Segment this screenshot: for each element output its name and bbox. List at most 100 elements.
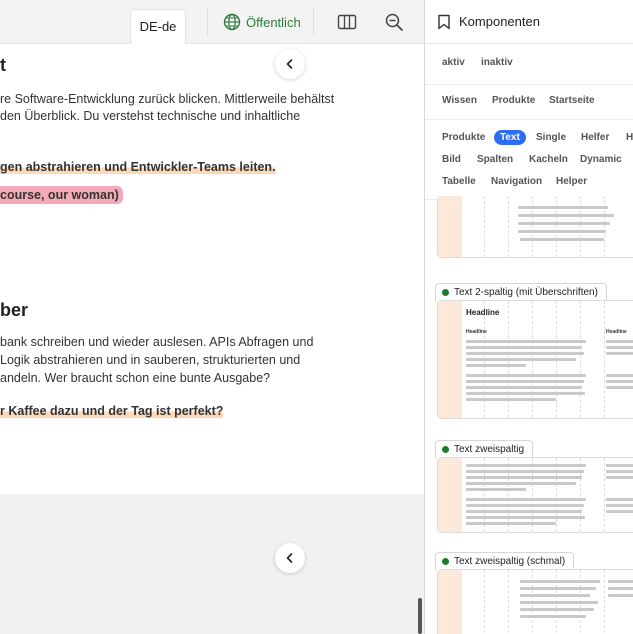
filter-chip[interactable]: H xyxy=(626,132,633,143)
component-name: Text zweispaltig (schmal) xyxy=(454,556,566,567)
component-label[interactable]: Text zweispaltig (schmal) xyxy=(435,552,575,570)
language-tab[interactable]: DE-de xyxy=(130,9,186,44)
text-placeholder xyxy=(466,358,576,361)
filter-chip[interactable]: Bild xyxy=(442,154,461,165)
filter-chip[interactable]: Wissen xyxy=(442,95,477,106)
paragraph-line: den Überblick. Du verstehst technische u… xyxy=(0,109,301,123)
filter-chip[interactable]: Navigation xyxy=(491,176,542,187)
chevron-left-icon xyxy=(286,59,293,69)
text-placeholder xyxy=(466,352,584,355)
highlighted-text: r Kaffee dazu und der Tag ist perfekt? xyxy=(0,401,224,422)
highlight-mark: gen abstrahieren und Entwickler-Teams le… xyxy=(0,160,276,174)
text-placeholder xyxy=(606,374,633,377)
type-filter-rows: Produkte Text Single Helfer H Bild Spalt… xyxy=(425,120,633,200)
text-placeholder xyxy=(466,470,584,473)
filter-chip[interactable]: Dynamic xyxy=(580,154,622,165)
collapse-button[interactable] xyxy=(275,49,305,79)
filter-chip[interactable]: aktiv xyxy=(442,57,465,68)
text-placeholder xyxy=(520,580,600,583)
text-placeholder xyxy=(466,364,526,367)
preview-stripe xyxy=(438,570,462,634)
text-placeholder xyxy=(518,230,606,233)
visibility-toggle[interactable]: Öffentlich xyxy=(223,12,301,32)
grid-guide xyxy=(484,570,485,634)
text-placeholder xyxy=(466,476,582,479)
text-placeholder xyxy=(466,504,584,507)
component-preview-card[interactable] xyxy=(437,196,633,258)
filter-chip[interactable]: Kacheln xyxy=(529,154,568,165)
grid-guide xyxy=(604,301,605,418)
grid-guide xyxy=(604,458,605,532)
filter-chip[interactable]: Startseite xyxy=(549,95,595,106)
section-title: t xyxy=(0,55,6,75)
status-dot xyxy=(442,446,449,453)
grid-guide xyxy=(508,196,509,257)
filter-chip[interactable]: Produkte xyxy=(492,95,535,106)
component-preview-card[interactable] xyxy=(437,569,633,634)
text-placeholder xyxy=(606,504,633,507)
filter-chip[interactable]: Helfer xyxy=(581,132,609,143)
text-placeholder xyxy=(466,346,582,349)
component-list: Text 2-spaltig (mit Überschriften) Headl… xyxy=(425,196,633,634)
filter-chip[interactable]: Helper xyxy=(556,176,587,187)
scrollbar-thumb[interactable] xyxy=(418,598,422,634)
text-placeholder xyxy=(466,374,586,377)
component-name: Text zweispaltig xyxy=(454,444,525,455)
filter-chip[interactable]: Single xyxy=(536,132,566,143)
pink-highlight-text: course, our woman) xyxy=(0,185,123,206)
text-placeholder xyxy=(466,482,576,485)
filter-chip[interactable]: Produkte xyxy=(442,132,485,143)
component-label[interactable]: Text 2-spaltig (mit Überschriften) xyxy=(435,283,607,301)
text-placeholder xyxy=(466,498,586,501)
component-name: Text 2-spaltig (mit Überschriften) xyxy=(454,287,598,298)
globe-icon xyxy=(223,13,241,31)
component-preview-card[interactable] xyxy=(437,457,633,533)
page-filter-row: Wissen Produkte Startseite xyxy=(425,85,633,120)
preview-stripe xyxy=(438,196,462,257)
components-panel: Komponenten aktiv inaktiv Wissen Produkt… xyxy=(424,0,633,634)
filter-chip[interactable]: Spalten xyxy=(477,154,513,165)
preview-stripe xyxy=(438,458,462,532)
text-placeholder xyxy=(520,587,596,590)
filter-chip[interactable]: inaktiv xyxy=(481,57,513,68)
grid-guide xyxy=(508,570,509,634)
text-placeholder xyxy=(606,380,633,383)
text-placeholder xyxy=(606,352,633,355)
text-placeholder xyxy=(606,510,633,513)
text-placeholder xyxy=(606,346,633,349)
status-dot xyxy=(442,289,449,296)
visibility-label: Öffentlich xyxy=(246,14,301,30)
paragraph-line: andeln. Wer braucht schon eine bunte Aus… xyxy=(0,371,271,385)
columns-icon[interactable] xyxy=(337,12,357,32)
text-placeholder xyxy=(520,238,604,241)
status-dot xyxy=(442,558,449,565)
pink-mark: course, our woman) xyxy=(0,186,123,204)
text-placeholder xyxy=(466,398,556,401)
text-placeholder xyxy=(520,601,598,604)
text-placeholder xyxy=(466,522,556,525)
app-root: DE-de Öffentlich t re Software-Entwicklu… xyxy=(0,0,633,634)
text-placeholder xyxy=(518,214,614,217)
filter-chip[interactable]: Tabelle xyxy=(442,176,476,187)
collapse-button[interactable] xyxy=(275,543,305,573)
next-section-band xyxy=(0,494,424,634)
text-placeholder xyxy=(466,340,586,343)
toolbar-divider xyxy=(207,8,208,36)
grid-guide xyxy=(580,301,581,418)
text-placeholder xyxy=(606,498,633,501)
text-placeholder xyxy=(606,476,633,479)
text-placeholder xyxy=(606,464,633,467)
highlight-mark: r Kaffee dazu und der Tag ist perfekt? xyxy=(0,404,224,418)
text-placeholder xyxy=(466,516,585,519)
status-filter-row: aktiv inaktiv xyxy=(425,44,633,85)
text-placeholder xyxy=(518,222,610,225)
panel-header: Komponenten xyxy=(425,0,633,44)
text-placeholder xyxy=(520,594,590,597)
zoom-out-icon[interactable] xyxy=(384,12,404,32)
component-preview-card[interactable]: Headline Headline Headline xyxy=(437,300,633,419)
filter-chip-active[interactable]: Text xyxy=(494,130,526,145)
panel-title: Komponenten xyxy=(459,14,540,29)
text-placeholder xyxy=(606,340,633,343)
text-placeholder xyxy=(466,386,582,389)
component-label[interactable]: Text zweispaltig xyxy=(435,440,534,458)
